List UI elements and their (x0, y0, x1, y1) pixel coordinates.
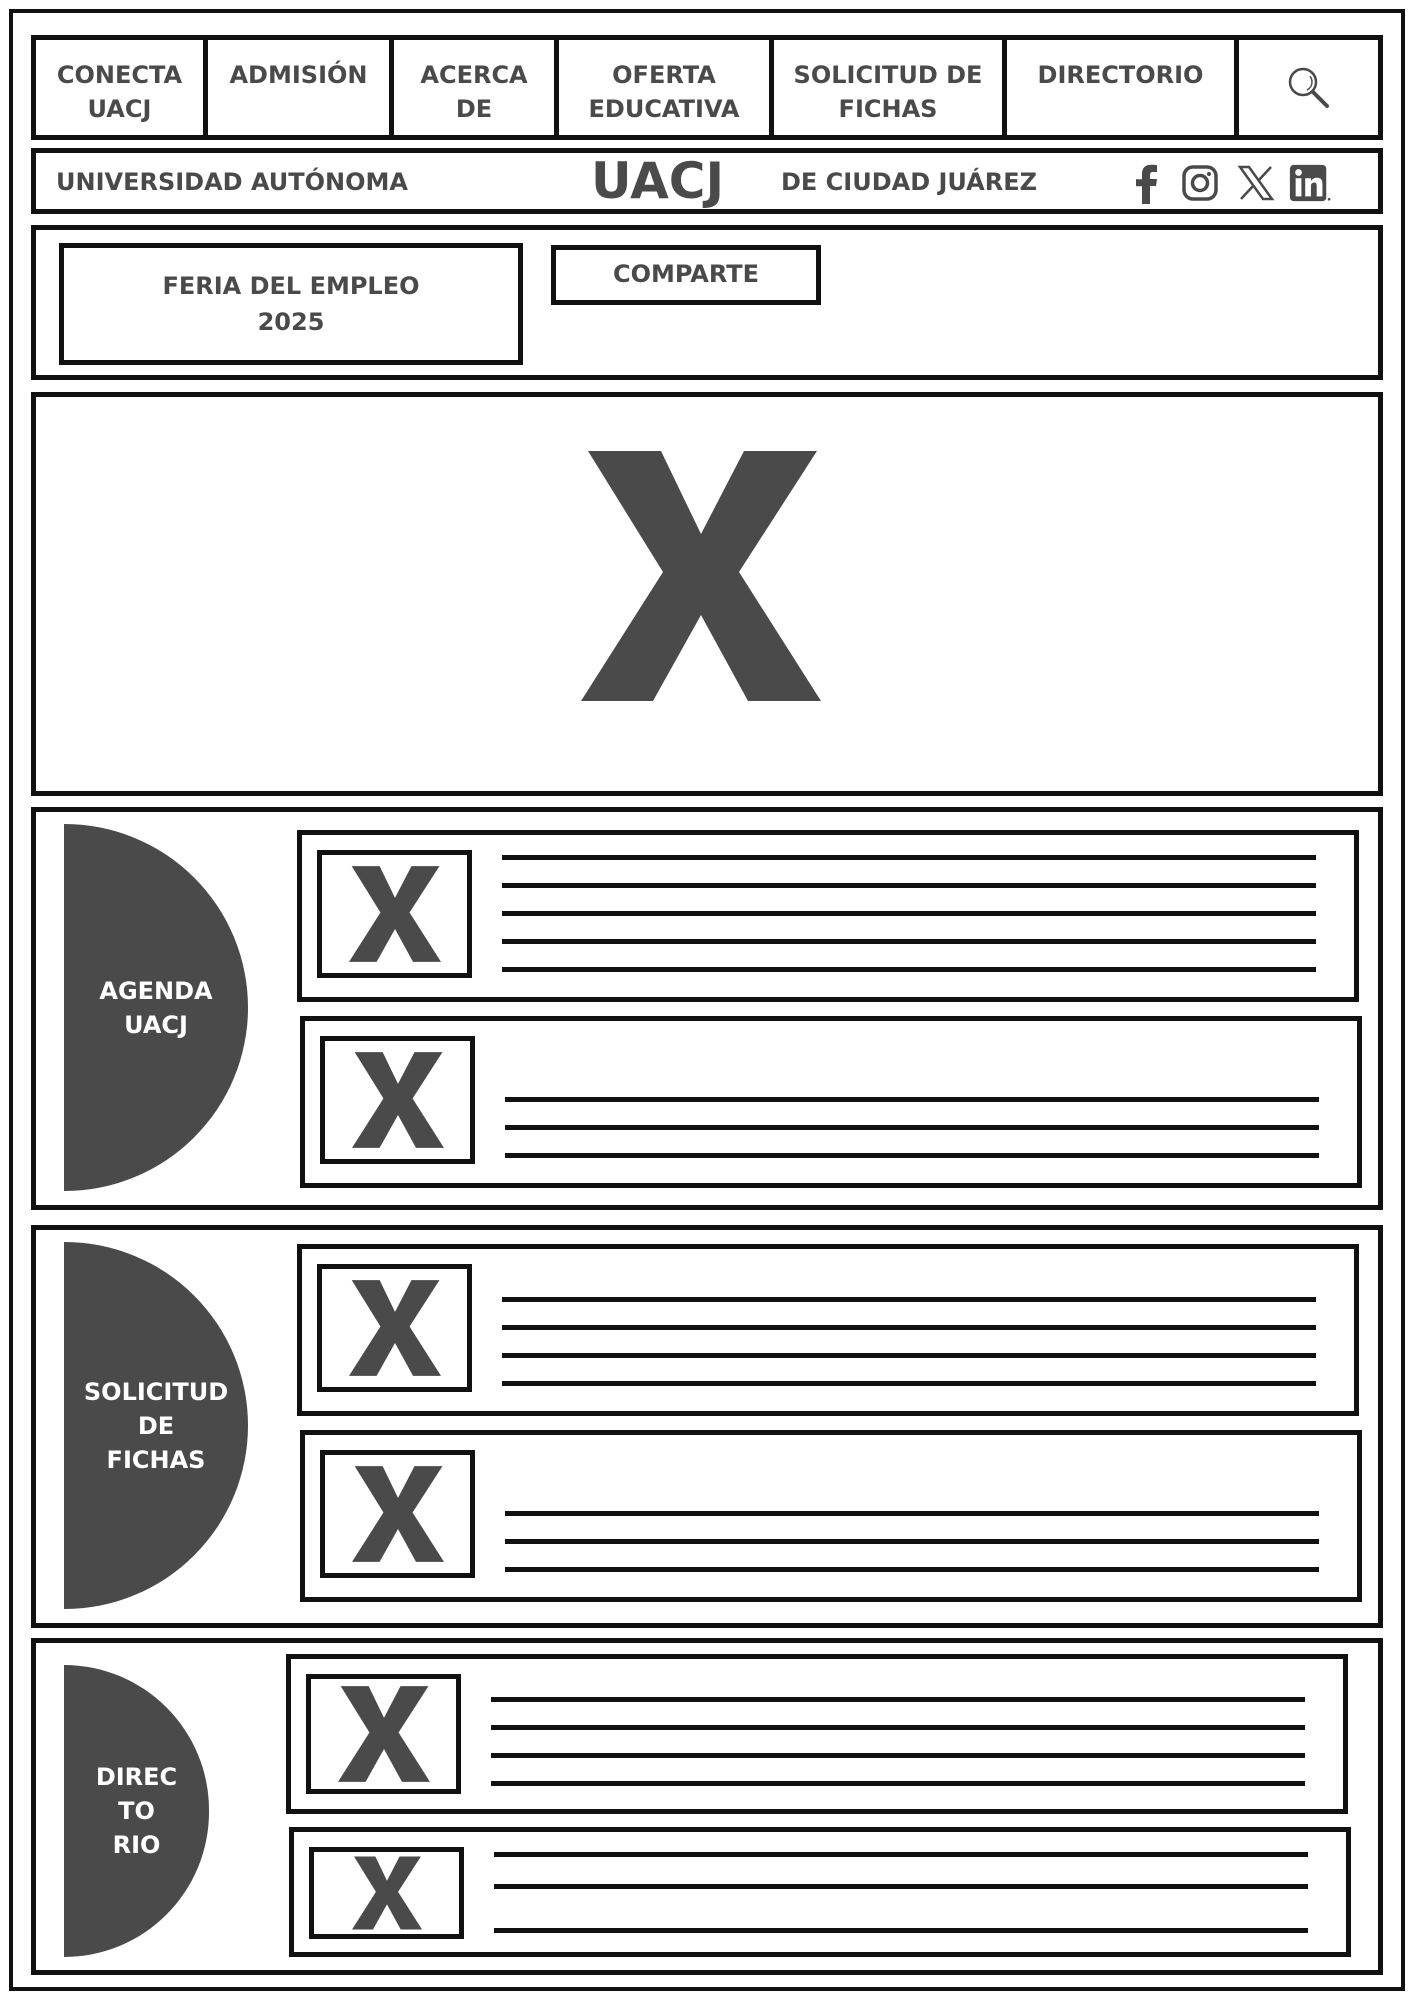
text-placeholder-line (502, 939, 1316, 944)
text-placeholder-line (491, 1781, 1305, 1786)
brand-right-text: DE CIUDAD JUÁREZ (781, 168, 1038, 196)
search-button[interactable] (1239, 40, 1378, 135)
image-placeholder-icon (348, 1280, 441, 1376)
agenda-card-2[interactable] (300, 1016, 1362, 1188)
agenda-card-1[interactable] (297, 830, 1359, 1002)
directorio-card-1[interactable] (286, 1654, 1348, 1814)
hero-image-placeholder[interactable] (31, 392, 1383, 796)
image-placeholder-icon (581, 451, 821, 701)
brand-bar: UNIVERSIDAD AUTÓNOMA UACJ DE CIUDAD JUÁR… (31, 148, 1383, 214)
fichas-card-1[interactable] (297, 1244, 1359, 1416)
text-placeholder-line (494, 1928, 1308, 1933)
instagram-icon[interactable] (1178, 161, 1222, 205)
image-placeholder-icon (351, 1856, 422, 1930)
card-thumbnail (317, 1264, 472, 1392)
comparte-button[interactable]: COMPARTE (551, 245, 821, 305)
text-placeholder-line (502, 967, 1316, 972)
text-placeholder-line (502, 1325, 1316, 1330)
feria-del-empleo-button[interactable]: FERIA DEL EMPLEO 2025 (59, 243, 523, 365)
text-placeholder-line (505, 1125, 1319, 1130)
nav-item-solicitud-de-fichas[interactable]: SOLICITUD DE FICHAS (774, 40, 1007, 135)
image-placeholder-icon (351, 1052, 444, 1148)
text-placeholder-line (494, 1884, 1308, 1889)
image-placeholder-icon (348, 866, 441, 962)
card-thumbnail (306, 1674, 461, 1794)
fichas-card-2[interactable] (300, 1430, 1362, 1602)
text-placeholder-line (505, 1511, 1319, 1516)
section-label-agenda-uacj[interactable]: AGENDA UACJ (64, 824, 248, 1191)
card-thumbnail (317, 850, 472, 978)
text-placeholder-line (505, 1539, 1319, 1544)
text-placeholder-line (502, 911, 1316, 916)
nav-item-acerca-de[interactable]: ACERCA DE (394, 40, 559, 135)
text-placeholder-line (502, 1381, 1316, 1386)
text-placeholder-line (502, 1297, 1316, 1302)
text-placeholder-line (505, 1153, 1319, 1158)
brand-left-text: UNIVERSIDAD AUTÓNOMA (56, 168, 408, 196)
text-placeholder-line (491, 1725, 1305, 1730)
nav-item-conecta-uacj[interactable]: CONECTA UACJ (36, 40, 208, 135)
nav-item-oferta-educativa[interactable]: OFERTA EDUCATIVA (559, 40, 774, 135)
section-label-directorio[interactable]: DIREC TO RIO (64, 1665, 209, 1957)
text-placeholder-line (502, 883, 1316, 888)
x-twitter-icon[interactable] (1234, 161, 1278, 205)
nav-item-admision[interactable]: ADMISIÓN (208, 40, 394, 135)
uacj-logo[interactable]: UACJ (591, 153, 724, 209)
text-placeholder-line (502, 855, 1316, 860)
card-thumbnail (309, 1847, 464, 1939)
text-placeholder-line (491, 1697, 1305, 1702)
image-placeholder-icon (351, 1466, 444, 1562)
card-thumbnail (320, 1450, 475, 1578)
section-solicitud-de-fichas: SOLICITUD DE FICHAS (31, 1225, 1383, 1628)
linkedin-icon[interactable] (1288, 161, 1332, 205)
section-agenda-uacj: AGENDA UACJ (31, 807, 1383, 1210)
text-placeholder-line (494, 1852, 1308, 1857)
directorio-card-2[interactable] (289, 1827, 1351, 1957)
banner-row: FERIA DEL EMPLEO 2025 COMPARTE (31, 225, 1383, 380)
section-label-solicitud-de-fichas[interactable]: SOLICITUD DE FICHAS (64, 1242, 248, 1609)
top-nav: CONECTA UACJ ADMISIÓN ACERCA DE OFERTA E… (31, 35, 1383, 140)
facebook-icon[interactable] (1124, 161, 1168, 205)
search-icon (1288, 67, 1329, 108)
section-directorio: DIREC TO RIO (31, 1638, 1383, 1975)
text-placeholder-line (505, 1097, 1319, 1102)
nav-item-directorio[interactable]: DIRECTORIO (1007, 40, 1239, 135)
card-thumbnail (320, 1036, 475, 1164)
text-placeholder-line (491, 1753, 1305, 1758)
text-placeholder-line (505, 1567, 1319, 1572)
image-placeholder-icon (337, 1686, 430, 1782)
text-placeholder-line (502, 1353, 1316, 1358)
